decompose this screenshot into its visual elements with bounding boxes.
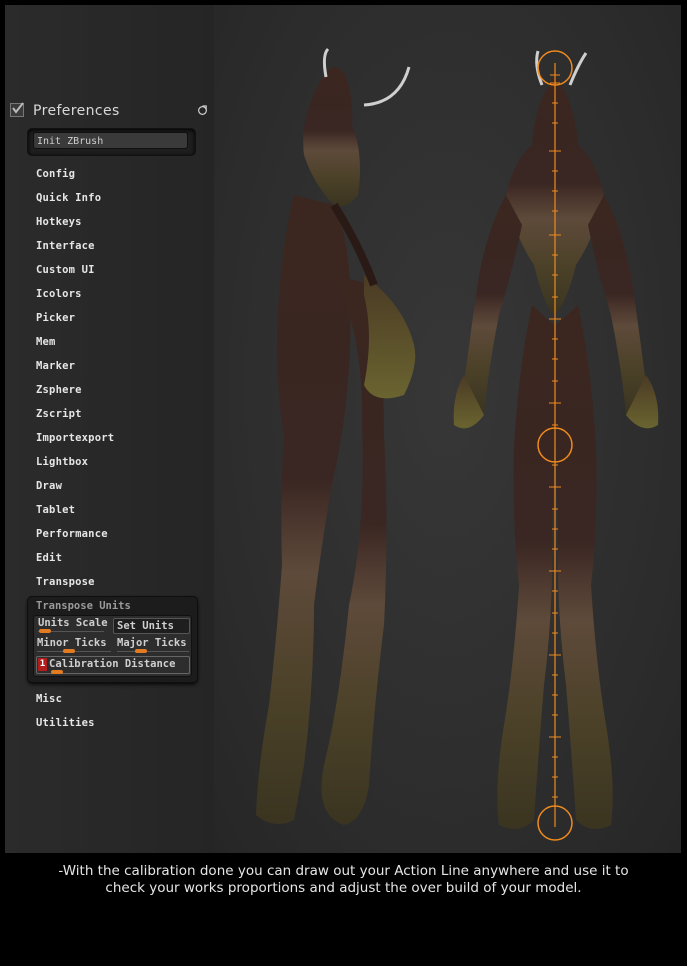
menu-item-interface[interactable]: Interface: [36, 240, 95, 252]
menu-item-hotkeys[interactable]: Hotkeys: [36, 216, 82, 228]
menu-item-utilities[interactable]: Utilities: [36, 717, 95, 729]
transpose-units-controls: Units Scale Set Units Minor Ticks Major …: [33, 615, 192, 677]
caption-line-1: -With the calibration done you can draw …: [58, 863, 629, 879]
menu-item-draw[interactable]: Draw: [36, 480, 62, 492]
menu-item-marker[interactable]: Marker: [36, 360, 75, 372]
caption-line-2: check your works proportions and adjust …: [105, 880, 582, 896]
creature-side-view: [256, 47, 416, 825]
minor-ticks-slider[interactable]: [63, 649, 75, 653]
viewport-canvas[interactable]: [214, 5, 681, 853]
menu-item-edit[interactable]: Edit: [36, 552, 62, 564]
menu-item-config[interactable]: Config: [36, 168, 75, 180]
units-scale-label: Units Scale: [38, 617, 108, 629]
preferences-panel: Preferences Init ZBrush Config Quick Inf…: [5, 5, 214, 853]
zbrush-window: Preferences Init ZBrush Config Quick Inf…: [5, 5, 681, 853]
menu-item-mem[interactable]: Mem: [36, 336, 56, 348]
transpose-units-title[interactable]: Transpose Units: [36, 600, 131, 612]
init-zbrush-button[interactable]: Init ZBrush: [33, 132, 188, 149]
calibration-distance-field[interactable]: 1 Calibration Distance: [36, 656, 190, 674]
calibration-distance-slider[interactable]: [51, 670, 63, 674]
units-scale-slider[interactable]: [39, 629, 51, 633]
major-ticks-label: Major Ticks: [117, 637, 187, 649]
menu-item-transpose[interactable]: Transpose: [36, 576, 95, 588]
major-ticks-slider[interactable]: [135, 649, 147, 653]
menu-item-zsphere[interactable]: Zsphere: [36, 384, 82, 396]
menu-item-lightbox[interactable]: Lightbox: [36, 456, 88, 468]
preferences-title: Preferences: [33, 103, 120, 119]
menu-item-misc[interactable]: Misc: [36, 693, 62, 705]
menu-item-performance[interactable]: Performance: [36, 528, 108, 540]
menu-item-picker[interactable]: Picker: [36, 312, 75, 324]
calibration-number-badge: 1: [38, 658, 47, 671]
tutorial-caption: -With the calibration done you can draw …: [0, 863, 687, 897]
preferences-header[interactable]: Preferences: [10, 101, 210, 123]
refresh-icon[interactable]: [197, 105, 208, 116]
menu-item-custom-ui[interactable]: Custom UI: [36, 264, 95, 276]
transpose-units-panel: Transpose Units Units Scale Set Units Mi…: [28, 597, 197, 682]
menu-item-zscript[interactable]: Zscript: [36, 408, 82, 420]
init-zbrush-group: Init ZBrush: [28, 129, 195, 155]
set-units-button[interactable]: Set Units: [113, 618, 190, 634]
menu-item-importexport[interactable]: Importexport: [36, 432, 114, 444]
menu-item-icolors[interactable]: Icolors: [36, 288, 82, 300]
checkbox-icon[interactable]: [10, 102, 24, 117]
model-render: [256, 47, 659, 841]
menu-item-quick-info[interactable]: Quick Info: [36, 192, 101, 204]
major-ticks-track: [117, 651, 189, 652]
menu-item-tablet[interactable]: Tablet: [36, 504, 75, 516]
creature-front-view: [453, 50, 659, 829]
calibration-distance-label: Calibration Distance: [49, 658, 176, 670]
minor-ticks-label: Minor Ticks: [37, 637, 107, 649]
